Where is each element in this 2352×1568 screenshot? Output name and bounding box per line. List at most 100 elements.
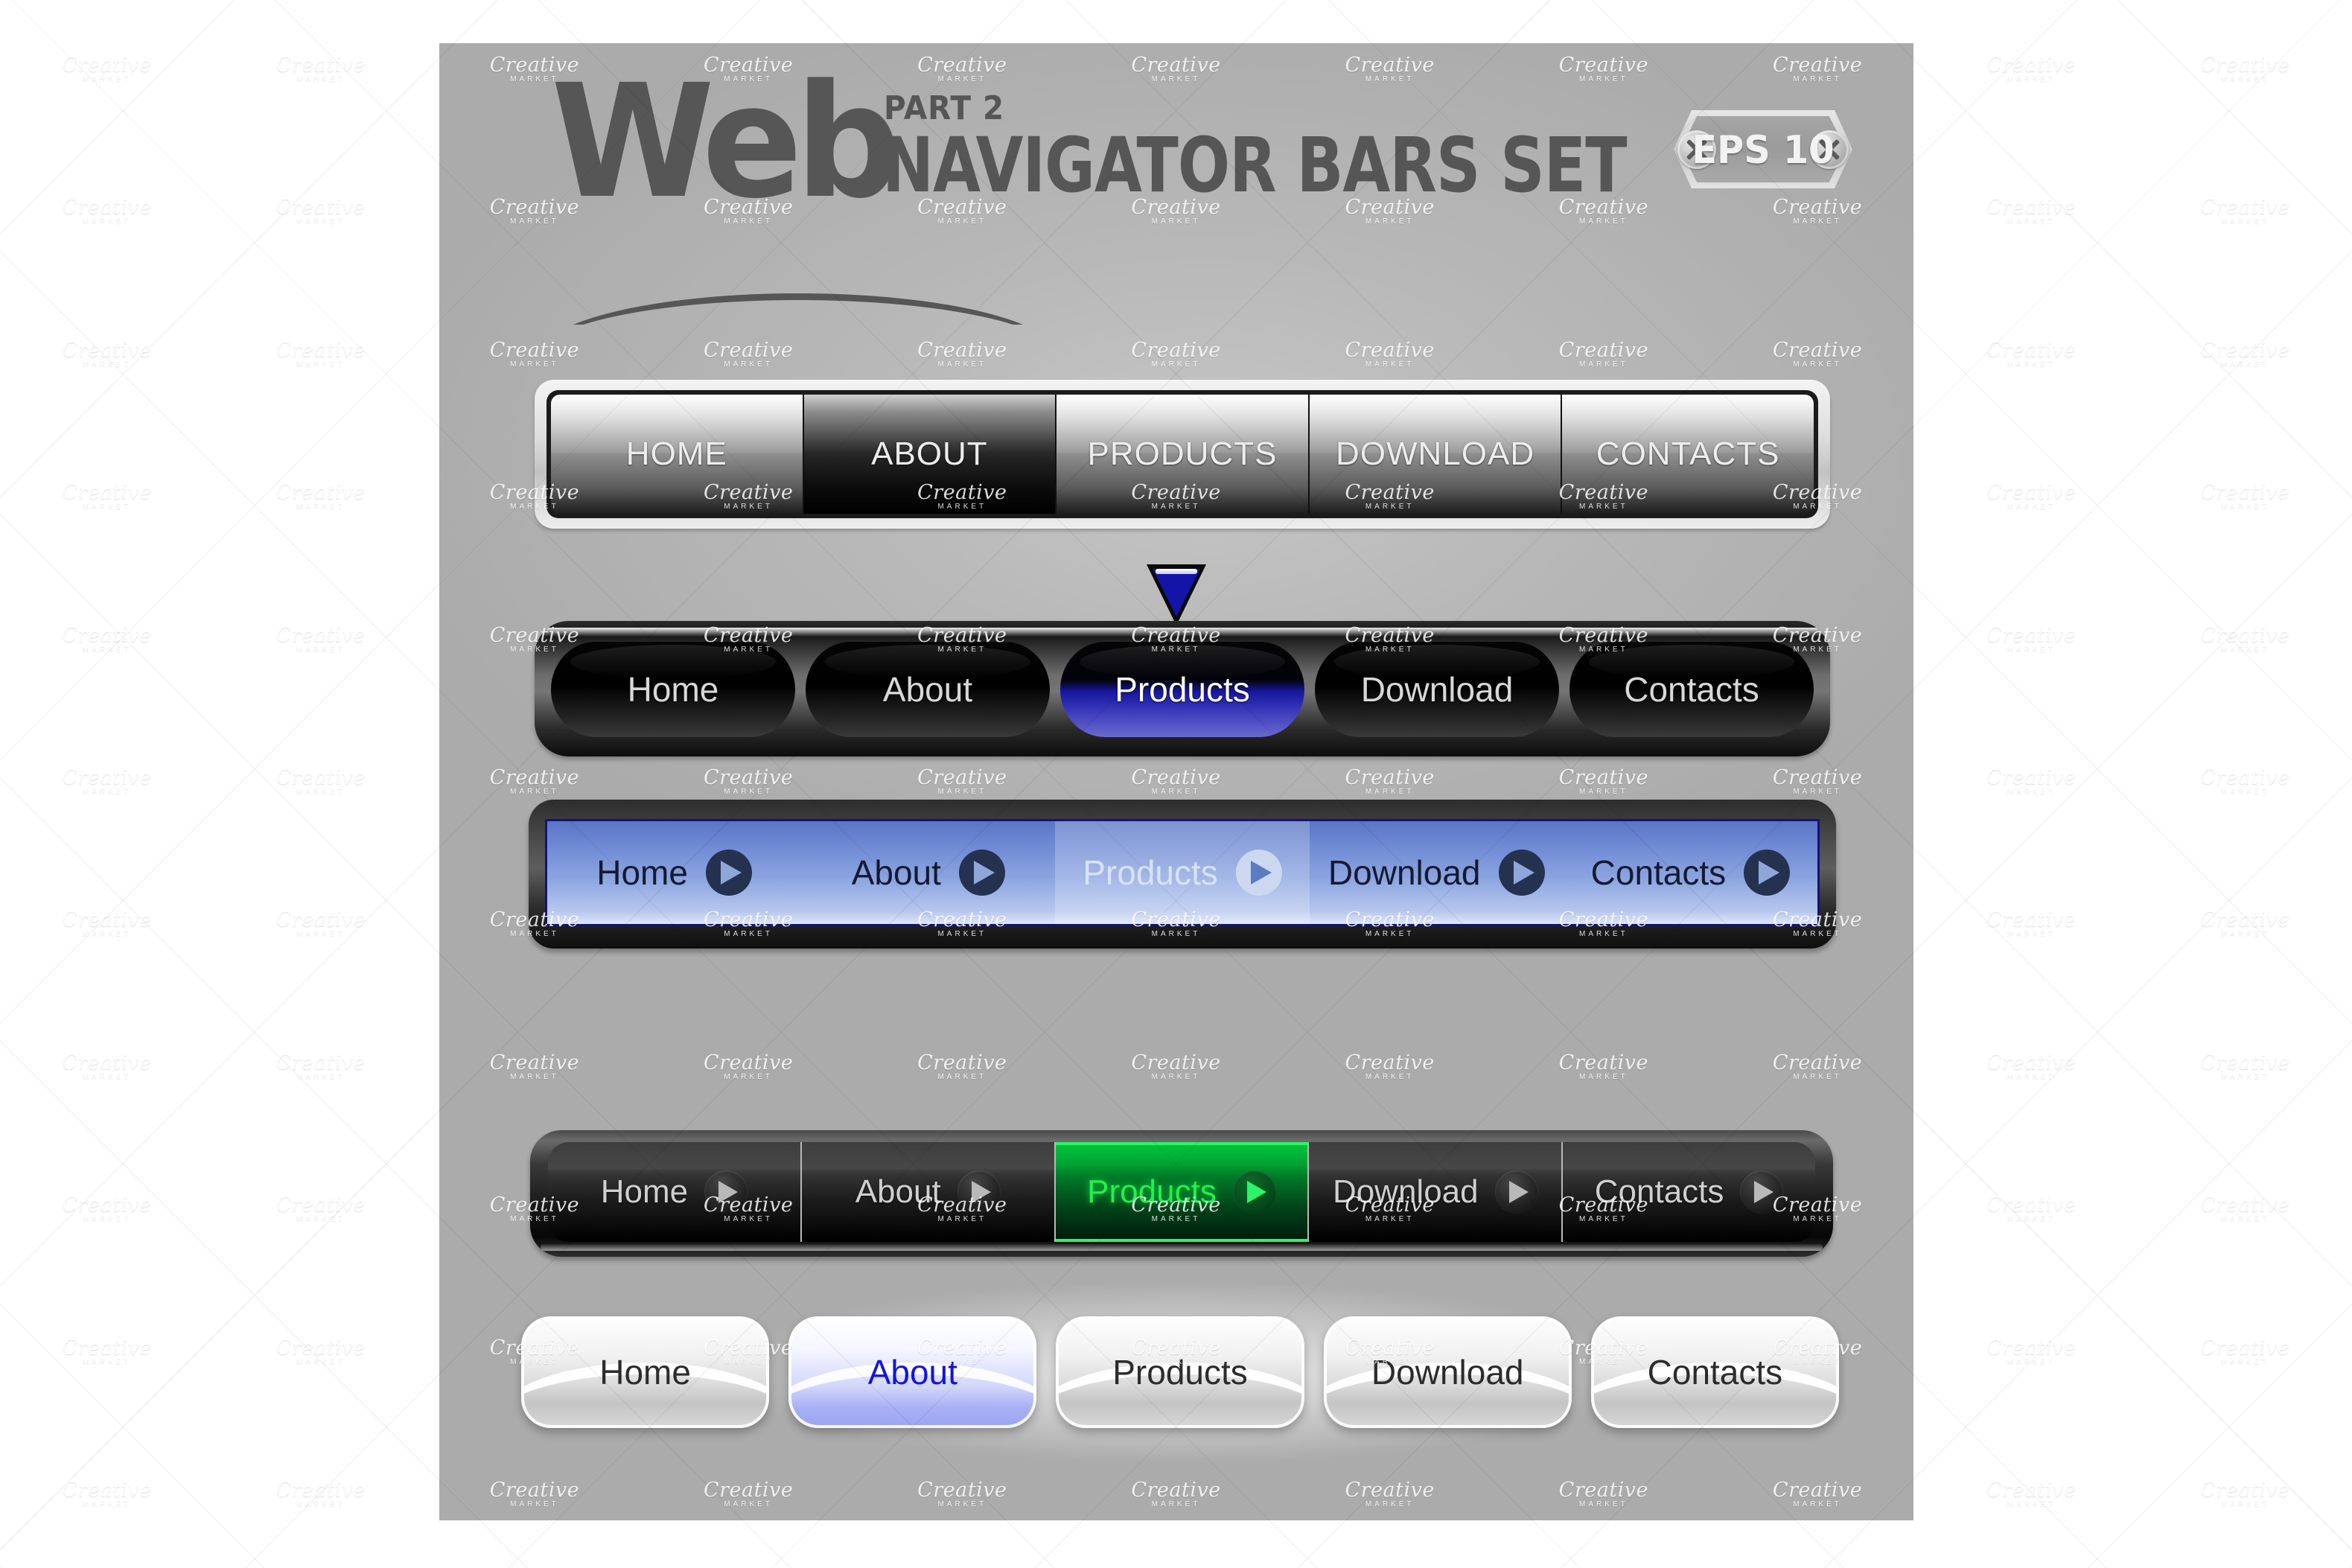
nav-item-products[interactable]: Products — [1060, 642, 1304, 737]
watermark-mark: Creative MARKET — [1986, 1193, 2077, 1224]
nav-item-home[interactable]: HOME — [551, 395, 804, 514]
play-circle-icon — [704, 1170, 748, 1214]
watermark-mark: Creative MARKET — [2200, 908, 2290, 939]
nav-item-download[interactable]: Download — [1323, 1316, 1572, 1428]
nav-item-home[interactable]: Home — [551, 642, 795, 737]
nav-item-products[interactable]: Products — [1055, 1142, 1310, 1242]
watermark-mark: Creative MARKET — [275, 1051, 366, 1081]
watermark-mark: Creative MARKET — [275, 481, 366, 511]
watermark-mark: Creative MARKET — [1986, 1051, 2077, 1081]
nav-item-about[interactable]: About — [788, 1316, 1037, 1428]
watermark-mark: Creative MARKET — [1986, 338, 2077, 369]
watermark-mark: Creative MARKET — [2200, 1193, 2290, 1224]
watermark-mark: Creative MARKET — [275, 338, 366, 369]
nav-item-label: About — [851, 853, 941, 892]
nav-item-label: Home — [600, 1173, 689, 1210]
nav-item-about[interactable]: About — [801, 1142, 1056, 1242]
nav-item-contacts[interactable]: Contacts — [1563, 1142, 1815, 1242]
watermark-mark: Creative MARKET — [1986, 1336, 2077, 1366]
watermark-mark: Creative MARKET — [275, 623, 366, 654]
nav-item-label: Download — [1371, 1353, 1524, 1392]
nav-item-label: Download — [1328, 853, 1481, 892]
watermark-mark: Creative MARKET — [1986, 53, 2077, 83]
watermark-mark: Creative MARKET — [1986, 908, 2077, 939]
watermark-mark: Creative MARKET — [1986, 1479, 2077, 1509]
watermark-mark: Creative MARKET — [2200, 1051, 2290, 1081]
eps-badge-label: EPS 10 — [1692, 128, 1835, 173]
nav-item-download[interactable]: Download — [1310, 821, 1564, 924]
arrow-fill — [1153, 569, 1200, 616]
nav-item-label: Products — [1083, 853, 1218, 892]
nav-item-download[interactable]: Download — [1309, 1142, 1564, 1242]
watermark-mark: Creative MARKET — [275, 196, 366, 226]
nav-item-contacts[interactable]: Contacts — [1590, 1316, 1840, 1428]
watermark-mark: Creative MARKET — [1986, 196, 2077, 226]
nav-item-contacts[interactable]: Contacts — [1564, 821, 1817, 924]
nav-item-home[interactable]: Home — [521, 1316, 770, 1428]
watermark-mark: Creative MARKET — [1986, 481, 2077, 511]
nav-item-about[interactable]: About — [801, 821, 1055, 924]
watermark-mark: Creative MARKET — [2200, 196, 2290, 226]
watermark-mark: Creative MARKET — [62, 481, 152, 511]
nav-item-label: Contacts — [1590, 853, 1727, 892]
watermark-mark: Creative MARKET — [62, 908, 152, 939]
watermark-mark: Creative MARKET — [275, 765, 366, 796]
eps-badge: EPS 10 — [1674, 110, 1852, 188]
watermark-mark: Creative MARKET — [62, 765, 152, 796]
nav-item-label: Home — [599, 1353, 691, 1392]
nav-row-white-buttons: Home About Products Download Contacts — [506, 1272, 1854, 1473]
watermark-mark: Creative MARKET — [62, 1051, 152, 1081]
watermark-mark: Creative MARKET — [62, 53, 152, 83]
logo-word: Web — [551, 51, 902, 233]
logo-swoosh-divider — [538, 289, 1059, 325]
watermark-mark: Creative MARKET — [1986, 765, 2077, 796]
nav-item-label: About — [867, 1353, 957, 1392]
bar-items-container: Home About Products Download Contacts — [548, 1142, 1815, 1242]
watermark-mark: Creative MARKET — [275, 1479, 366, 1509]
nav-item-home[interactable]: Home — [548, 1142, 802, 1242]
nav-item-download[interactable]: DOWNLOAD — [1309, 395, 1563, 514]
nav-bar-blue: Home About Products Download Contacts — [529, 800, 1836, 949]
nav-item-download[interactable]: Download — [1315, 642, 1559, 737]
nav-item-about[interactable]: ABOUT — [803, 395, 1057, 514]
nav-item-label: Products — [1112, 1353, 1248, 1392]
watermark-mark: Creative MARKET — [2200, 1336, 2290, 1366]
watermark-mark: Creative MARKET — [2200, 338, 2290, 369]
bar-items-container: Home About Products Download Contacts — [545, 819, 1820, 926]
play-circle-icon — [1498, 850, 1545, 896]
play-circle-icon — [1740, 1170, 1784, 1214]
watermark-mark: Creative MARKET — [2200, 53, 2290, 83]
watermark-mark: Creative MARKET — [2200, 623, 2290, 654]
play-circle-icon — [958, 850, 1005, 896]
watermark-mark: Creative MARKET — [62, 196, 152, 226]
play-circle-icon — [705, 850, 752, 896]
nav-item-label: Home — [596, 853, 688, 892]
nav-item-home[interactable]: Home — [547, 821, 801, 924]
bar-items-container: HOME ABOUT PRODUCTS DOWNLOAD CONTACTS — [546, 390, 1818, 518]
nav-item-products[interactable]: Products — [1056, 1316, 1304, 1428]
arrow-highlight — [1156, 569, 1197, 574]
down-arrow-indicator — [1147, 564, 1206, 625]
watermark-mark: Creative MARKET — [1986, 623, 2077, 654]
play-circle-icon — [1235, 850, 1282, 896]
watermark-mark: Creative MARKET — [62, 623, 152, 654]
nav-item-label: Products — [1087, 1173, 1217, 1210]
nav-item-products[interactable]: Products — [1055, 821, 1310, 924]
nav-bar-silver: HOME ABOUT PRODUCTS DOWNLOAD CONTACTS — [535, 380, 1830, 529]
nav-item-about[interactable]: About — [806, 642, 1050, 737]
nav-item-label: Contacts — [1594, 1173, 1724, 1210]
artboard-canvas: Web PART 2 NAVIGATOR BARS SET EPS 10 HOM… — [439, 43, 1913, 1520]
bar-items-container: Home About Products Download Contacts — [551, 642, 1814, 737]
header: Web PART 2 NAVIGATOR BARS SET EPS 10 — [538, 51, 1852, 300]
watermark-mark: Creative MARKET — [62, 1336, 152, 1366]
watermark-mark: Creative MARKET — [62, 1479, 152, 1509]
nav-item-contacts[interactable]: CONTACTS — [1562, 395, 1814, 514]
watermark-mark: Creative MARKET — [2200, 1479, 2290, 1509]
play-circle-icon — [1232, 1170, 1276, 1214]
nav-item-products[interactable]: PRODUCTS — [1057, 395, 1310, 514]
watermark-mark: Creative MARKET — [62, 1193, 152, 1224]
nav-item-contacts[interactable]: Contacts — [1569, 642, 1814, 737]
play-circle-icon — [1744, 850, 1791, 896]
page-title: NAVIGATOR BARS SET — [882, 122, 1628, 210]
watermark-mark: Creative MARKET — [275, 1193, 366, 1224]
